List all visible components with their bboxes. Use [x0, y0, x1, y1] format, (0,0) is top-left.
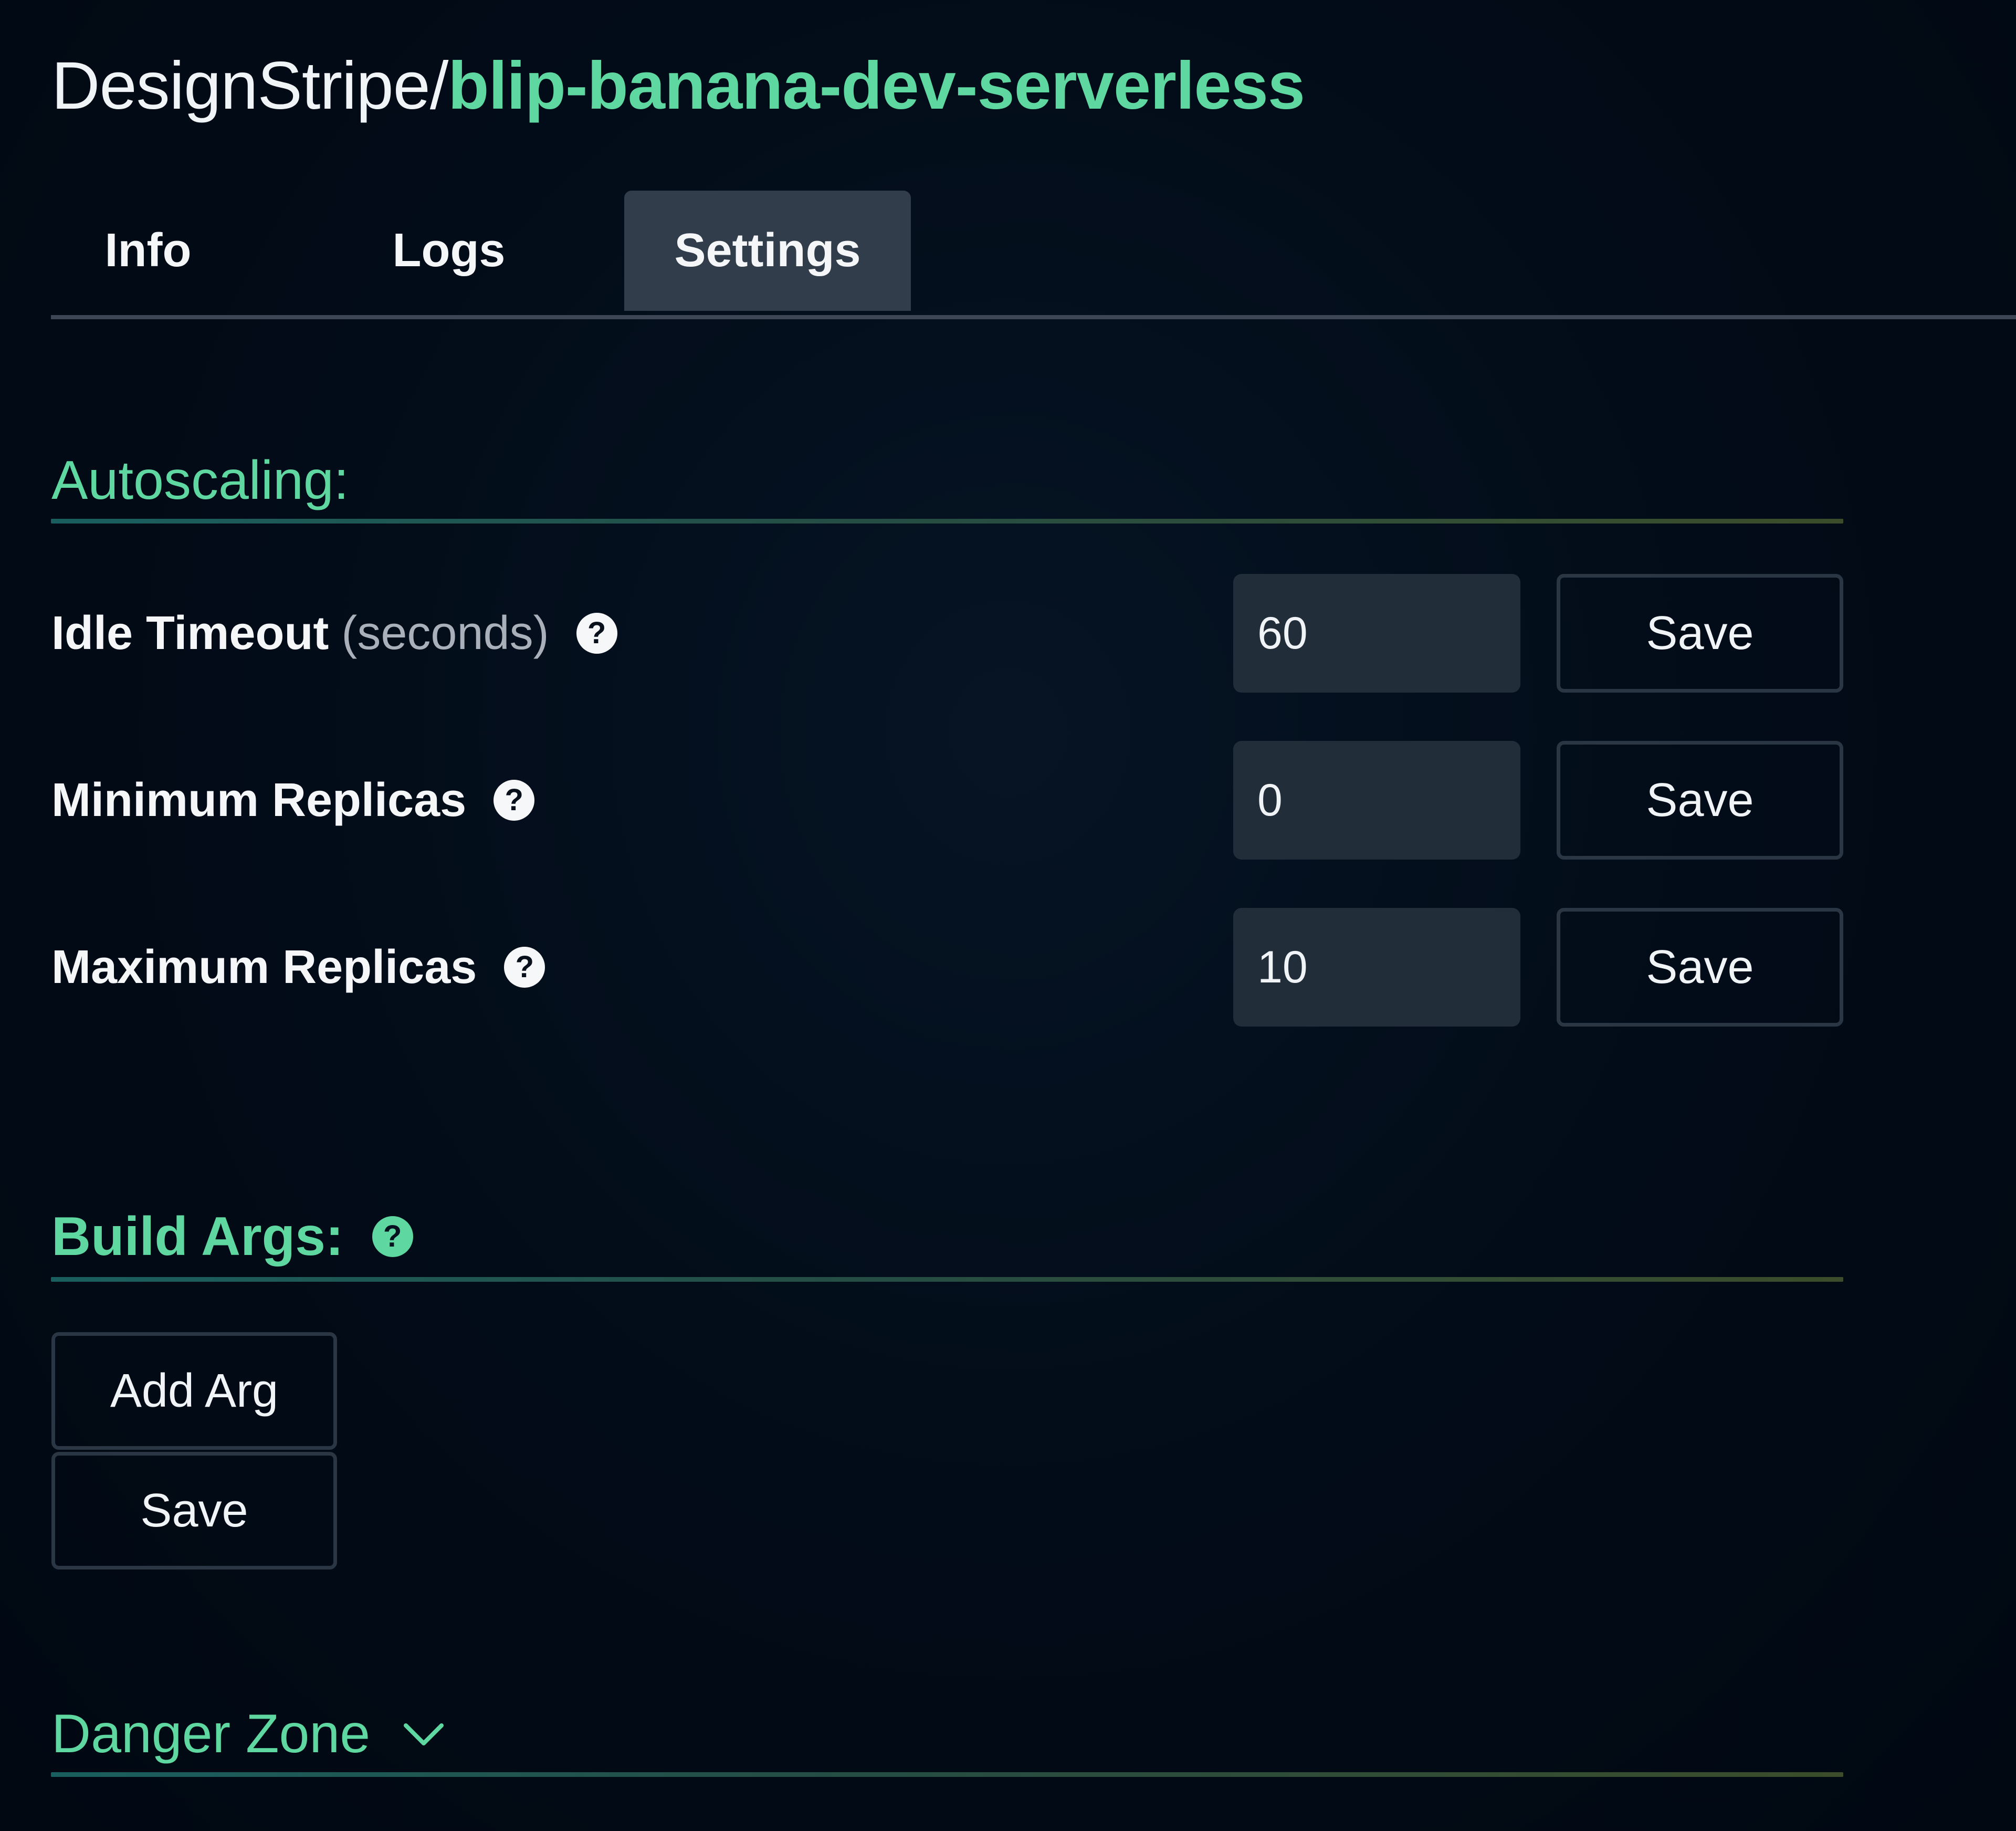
min-replicas-input[interactable]	[1233, 741, 1520, 860]
danger-zone-title: Danger Zone	[51, 1703, 371, 1764]
idle-timeout-label-text: Idle Timeout	[51, 606, 329, 660]
min-replicas-save-button[interactable]: Save	[1557, 741, 1843, 860]
question-circle-icon[interactable]: ?	[372, 1216, 413, 1257]
repo-name: blip-banana-dev-serverless	[448, 48, 1305, 123]
org-name[interactable]: DesignStripe	[51, 48, 430, 123]
page-title: DesignStripe/blip-banana-dev-serverless	[51, 53, 1305, 120]
build-args-save-button[interactable]: Save	[51, 1452, 337, 1570]
idle-timeout-save-button[interactable]: Save	[1557, 574, 1843, 693]
add-arg-button[interactable]: Add Arg	[51, 1332, 337, 1450]
tab-info[interactable]: Info	[90, 191, 206, 311]
idle-timeout-label: Idle Timeout (seconds) ?	[51, 602, 617, 665]
question-circle-icon[interactable]: ?	[576, 613, 617, 654]
autoscaling-heading: Autoscaling:	[51, 449, 349, 511]
max-replicas-input[interactable]	[1233, 908, 1520, 1027]
idle-timeout-input[interactable]	[1233, 574, 1520, 693]
build-args-title: Build Args:	[51, 1206, 344, 1267]
autoscaling-divider	[51, 519, 1843, 524]
tab-logs[interactable]: Logs	[386, 191, 512, 311]
max-replicas-save-button[interactable]: Save	[1557, 908, 1843, 1027]
build-args-divider	[51, 1277, 1843, 1282]
path-separator: /	[429, 48, 449, 123]
app-window: DesignStripe/blip-banana-dev-serverless …	[0, 0, 2016, 1831]
min-replicas-label-text: Minimum Replicas	[51, 773, 467, 826]
danger-zone-divider	[51, 1772, 1843, 1777]
danger-zone-toggle[interactable]: Danger Zone	[51, 1697, 445, 1771]
chevron-down-icon	[404, 1723, 444, 1745]
question-circle-icon[interactable]: ?	[504, 947, 545, 988]
max-replicas-label-text: Maximum Replicas	[51, 940, 477, 993]
idle-timeout-unit: (seconds)	[341, 606, 549, 660]
tab-settings[interactable]: Settings	[624, 191, 911, 311]
question-circle-icon[interactable]: ?	[494, 780, 535, 821]
build-args-heading: Build Args: ?	[51, 1202, 413, 1271]
min-replicas-label: Minimum Replicas ?	[51, 769, 535, 832]
max-replicas-label: Maximum Replicas ?	[51, 936, 545, 999]
tab-bar: Info Logs Settings	[51, 191, 2016, 319]
